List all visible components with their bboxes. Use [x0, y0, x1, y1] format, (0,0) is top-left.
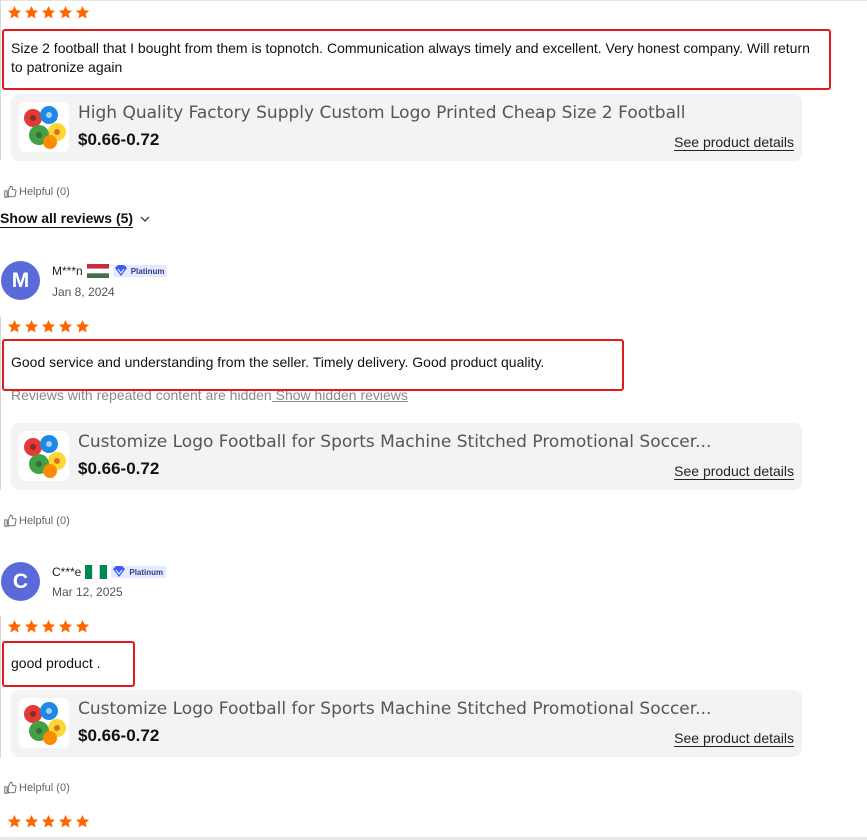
avatar: M — [1, 261, 40, 300]
star-icon — [75, 619, 90, 634]
star-icon — [58, 319, 73, 334]
show-all-reviews-button[interactable]: Show all reviews (5) — [0, 210, 151, 228]
review-date: Mar 12, 2025 — [52, 585, 123, 599]
star-icon — [41, 619, 56, 634]
star-icon — [41, 814, 56, 829]
badge-label: Platinum — [129, 567, 164, 577]
see-product-details-link[interactable]: See product details — [674, 134, 794, 150]
star-icon — [41, 319, 56, 334]
thumbs-up-icon — [3, 781, 17, 795]
badge-label: Platinum — [130, 266, 165, 276]
product-thumbnail[interactable] — [19, 431, 69, 481]
star-rating — [7, 619, 90, 634]
avatar: C — [1, 562, 40, 601]
helpful-button[interactable]: Helpful (0) — [3, 185, 70, 199]
top-divider — [0, 0, 867, 1]
review-date: Jan 8, 2024 — [52, 285, 115, 299]
star-icon — [7, 619, 22, 634]
star-rating — [7, 814, 90, 829]
star-icon — [58, 5, 73, 20]
diamond-icon — [113, 566, 126, 577]
helpful-label: Helpful (0) — [19, 782, 70, 794]
star-icon — [58, 619, 73, 634]
helpful-label: Helpful (0) — [19, 186, 70, 198]
star-icon — [24, 814, 39, 829]
helpful-button[interactable]: Helpful (0) — [3, 514, 70, 528]
review-text: good product . — [11, 655, 101, 671]
star-icon — [24, 5, 39, 20]
hungary-flag-icon — [86, 264, 109, 278]
product-thumbnail[interactable] — [19, 698, 69, 748]
thumbs-up-icon — [3, 514, 17, 528]
star-icon — [7, 319, 22, 334]
star-rating — [7, 319, 90, 334]
product-card[interactable]: High Quality Factory Supply Custom Logo … — [11, 94, 802, 161]
review-thread-line — [0, 616, 1, 758]
product-thumbnail[interactable] — [19, 102, 69, 152]
review-text: Size 2 football that I bought from them … — [11, 40, 810, 75]
review-thread-line — [0, 316, 1, 490]
nigeria-flag-icon — [85, 565, 108, 579]
star-icon — [58, 814, 73, 829]
reviewer-info: C***e Platinum — [52, 565, 167, 579]
product-card[interactable]: Customize Logo Football for Sports Machi… — [11, 423, 802, 490]
star-icon — [41, 5, 56, 20]
reviewer-info: M***n Platinum — [52, 264, 168, 278]
show-all-reviews-label: Show all reviews (5) — [0, 210, 134, 228]
product-price: $0.66-0.72 — [78, 130, 160, 149]
star-rating — [7, 5, 90, 20]
see-product-details-link[interactable]: See product details — [674, 730, 794, 746]
product-price: $0.66-0.72 — [78, 459, 160, 478]
reviewer-name: M***n — [52, 264, 83, 278]
football-product-image — [19, 698, 69, 748]
helpful-label: Helpful (0) — [19, 515, 70, 527]
thumbs-up-icon — [3, 185, 17, 199]
helpful-button[interactable]: Helpful (0) — [3, 781, 70, 795]
platinum-badge: Platinum — [111, 566, 167, 578]
chevron-down-icon — [140, 216, 150, 222]
product-price: $0.66-0.72 — [78, 726, 160, 745]
star-icon — [24, 319, 39, 334]
star-icon — [75, 814, 90, 829]
review-text: Good service and understanding from the … — [11, 354, 545, 370]
star-icon — [24, 619, 39, 634]
star-icon — [75, 5, 90, 20]
product-card[interactable]: Customize Logo Football for Sports Machi… — [11, 690, 802, 757]
review-thread-line — [0, 0, 1, 160]
product-title[interactable]: High Quality Factory Supply Custom Logo … — [78, 103, 685, 123]
star-icon — [7, 5, 22, 20]
diamond-icon — [114, 265, 127, 276]
see-product-details-link[interactable]: See product details — [674, 463, 794, 479]
football-product-image — [19, 431, 69, 481]
product-title[interactable]: Customize Logo Football for Sports Machi… — [78, 432, 711, 452]
product-title[interactable]: Customize Logo Football for Sports Machi… — [78, 699, 711, 719]
platinum-badge: Platinum — [112, 265, 168, 277]
reviewer-name: C***e — [52, 565, 82, 579]
star-icon — [7, 814, 22, 829]
football-product-image — [19, 102, 69, 152]
star-icon — [75, 319, 90, 334]
